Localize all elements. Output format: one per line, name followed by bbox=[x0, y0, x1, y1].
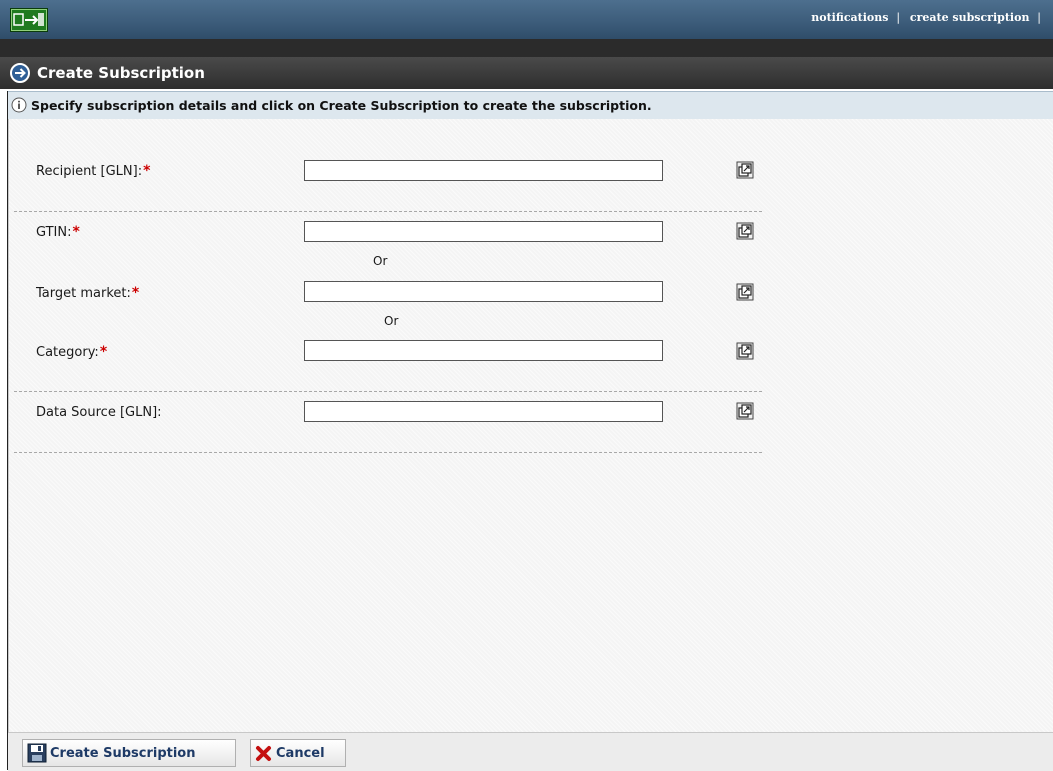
info-bar: Specify subscription details and click o… bbox=[8, 91, 1053, 120]
recipient-label: Recipient [GLN]:* bbox=[36, 163, 151, 179]
cancel-label: Cancel bbox=[276, 745, 325, 761]
link-separator: | bbox=[896, 11, 901, 24]
lookup-popup-icon[interactable] bbox=[736, 222, 754, 240]
lookup-popup-icon[interactable] bbox=[736, 342, 754, 360]
footer-toolbar: Create Subscription Cancel bbox=[8, 732, 1053, 771]
category-label: Category:* bbox=[36, 344, 108, 360]
header-spacer bbox=[0, 39, 1053, 57]
lookup-popup-icon[interactable] bbox=[736, 402, 754, 420]
create-subscription-label: Create Subscription bbox=[50, 745, 196, 761]
category-input[interactable] bbox=[304, 340, 663, 361]
notifications-link[interactable]: notifications bbox=[811, 11, 888, 24]
data-source-label: Data Source [GLN]: bbox=[36, 405, 162, 420]
page-title-bar: Create Subscription bbox=[0, 57, 1053, 89]
create-subscription-link[interactable]: create subscription bbox=[910, 11, 1030, 24]
info-message: Specify subscription details and click o… bbox=[31, 98, 652, 113]
header-links: notifications | create subscription | bbox=[811, 11, 1047, 24]
gtin-label: GTIN:* bbox=[36, 224, 80, 240]
or-separator: Or bbox=[384, 314, 399, 328]
data-source-gln-input[interactable] bbox=[304, 401, 663, 422]
top-header-bar: notifications | create subscription | bbox=[0, 0, 1053, 39]
or-separator: Or bbox=[373, 254, 388, 268]
required-marker: * bbox=[131, 285, 140, 301]
lookup-popup-icon[interactable] bbox=[736, 283, 754, 301]
link-separator: | bbox=[1037, 11, 1041, 24]
required-marker: * bbox=[72, 224, 80, 240]
page-title: Create Subscription bbox=[37, 64, 205, 82]
divider bbox=[14, 211, 762, 212]
divider bbox=[14, 391, 762, 392]
arrow-circle-right-icon bbox=[10, 63, 30, 83]
gtin-input[interactable] bbox=[304, 221, 663, 242]
app-logo-icon bbox=[10, 8, 48, 32]
info-icon bbox=[11, 97, 27, 113]
save-icon bbox=[27, 743, 47, 763]
lookup-popup-icon[interactable] bbox=[736, 161, 754, 179]
target-market-label: Target market:* bbox=[36, 285, 140, 301]
required-marker: * bbox=[143, 163, 151, 179]
recipient-gln-input[interactable] bbox=[304, 160, 663, 181]
required-marker: * bbox=[99, 344, 108, 360]
divider bbox=[14, 452, 762, 453]
cancel-button[interactable]: Cancel bbox=[250, 739, 346, 767]
create-subscription-button[interactable]: Create Subscription bbox=[22, 739, 236, 767]
cancel-x-icon bbox=[256, 746, 271, 761]
target-market-input[interactable] bbox=[304, 281, 663, 302]
